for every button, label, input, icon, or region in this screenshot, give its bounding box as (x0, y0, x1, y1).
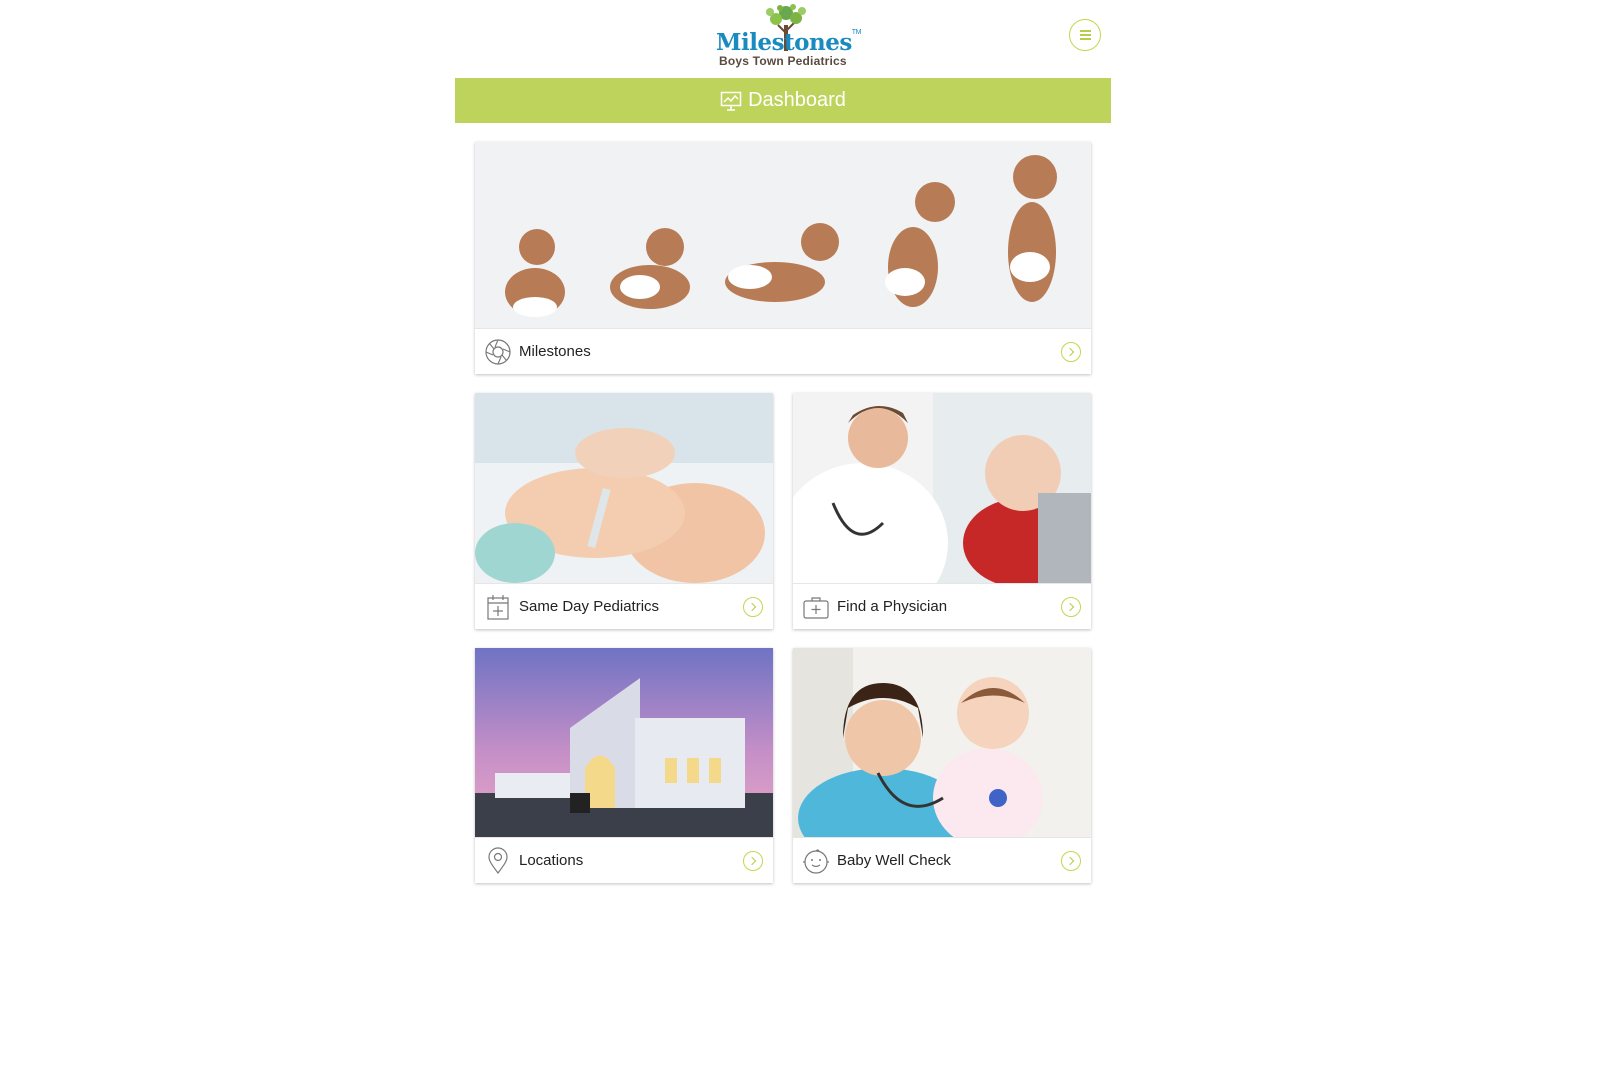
baby-growth-photo (475, 142, 1091, 328)
card-footer: Baby Well Check (793, 837, 1091, 883)
clinic-building-photo (475, 648, 773, 837)
map-pin-icon (488, 847, 508, 875)
doctor-baby-photo (793, 393, 1091, 583)
dashboard-bar: Dashboard (455, 78, 1111, 123)
logo-wordmark: MilestonesTM (716, 29, 861, 56)
card-label: Baby Well Check (837, 852, 951, 869)
app-header: MilestonesTM Boys Town Pediatrics (0, 0, 1598, 78)
hamburger-menu-icon (1080, 30, 1091, 32)
card-footer: Same Day Pediatrics (475, 583, 773, 629)
card-footer: Find a Physician (793, 583, 1091, 629)
logo-trademark: TM (851, 29, 862, 36)
nurse-baby-photo (793, 648, 1091, 837)
card-label: Find a Physician (837, 598, 948, 615)
medical-bag-icon (803, 597, 829, 619)
card-label: Same Day Pediatrics (519, 598, 660, 615)
chevron-right-icon[interactable] (743, 597, 763, 617)
card-label: Locations (519, 852, 584, 869)
chevron-right-icon[interactable] (1061, 597, 1081, 617)
baby-well-check-card[interactable]: Baby Well Check (793, 648, 1091, 883)
presentation-chart-icon (720, 91, 742, 111)
baby-face-icon (803, 849, 829, 874)
baby-thermometer-photo (475, 393, 773, 583)
logo-subtitle: Boys Town Pediatrics (719, 54, 847, 68)
same-day-pediatrics-card[interactable]: Same Day Pediatrics (475, 393, 773, 629)
card-label: Milestones (519, 343, 591, 360)
card-footer: Milestones (475, 328, 1091, 374)
milestones-swirl-icon (485, 339, 511, 365)
locations-card[interactable]: Locations (475, 648, 773, 883)
dashboard-title: Dashboard (748, 89, 846, 111)
menu-button[interactable] (1069, 19, 1101, 51)
chevron-right-icon[interactable] (1061, 851, 1081, 871)
chevron-right-icon[interactable] (743, 851, 763, 871)
chevron-right-icon[interactable] (1061, 342, 1081, 362)
calendar-plus-icon (487, 595, 509, 620)
find-a-physician-card[interactable]: Find a Physician (793, 393, 1091, 629)
card-footer: Locations (475, 837, 773, 883)
milestones-card[interactable]: Milestones (475, 142, 1091, 374)
milestones-logo[interactable]: MilestonesTM Boys Town Pediatrics (716, 3, 861, 71)
